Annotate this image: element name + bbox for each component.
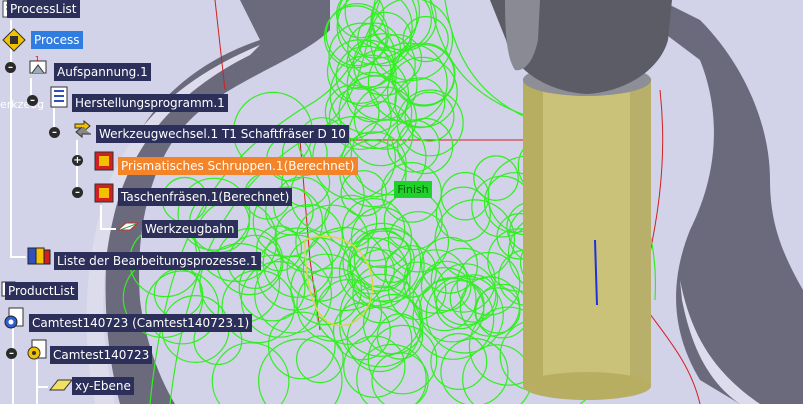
collapse-icon[interactable]: – [27, 95, 38, 106]
tree-item-process[interactable]: Process [31, 31, 83, 49]
plane-icon [48, 379, 74, 391]
expand-icon[interactable]: + [72, 155, 83, 166]
collapse-icon[interactable]: – [49, 127, 60, 138]
tree-item-process-list[interactable]: ProcessList [7, 0, 80, 18]
tree-line [10, 20, 12, 256]
tool-change-icon [74, 119, 91, 139]
tree-item-liste-bearbeitungsprozesse[interactable]: Liste der Bearbeitungsprozesse.1 [54, 252, 261, 270]
tree-line [12, 318, 14, 404]
tree-item-aufspannung[interactable]: Aufspannung.1 [54, 63, 151, 81]
collapse-icon[interactable]: – [5, 62, 16, 73]
setup-icon: 1 [29, 55, 47, 74]
tree-line [36, 360, 38, 404]
tree-line [36, 386, 48, 388]
tree-item-product-list[interactable]: ProductList [5, 282, 78, 300]
tree-item-prismatisches-schruppen[interactable]: Prismatisches Schruppen.1(Berechnet) [118, 157, 358, 175]
tree-item-taschenfraesen[interactable]: Taschenfräsen.1(Berechnet) [118, 188, 293, 206]
tree-item-herstellungsprogramm[interactable]: Herstellungsprogramm.1 [72, 94, 228, 112]
roughing-operation-icon [94, 151, 114, 171]
process-library-icon [27, 247, 51, 265]
product-icon [4, 307, 24, 329]
process-icon [2, 28, 26, 52]
pocketing-operation-icon [94, 183, 114, 203]
tree-item-camtest-part[interactable]: Camtest140723 [50, 346, 153, 364]
tree-item-camtest-product[interactable]: Camtest140723 (Camtest140723.1) [29, 314, 253, 332]
tree-line [10, 256, 26, 258]
tree-item-werkzeugwechsel[interactable]: Werkzeugwechsel.1 T1 Schaftfräser D 10 [96, 125, 349, 143]
tree-line [100, 228, 116, 230]
tree-item-werkzeugbahn[interactable]: Werkzeugbahn [142, 220, 238, 238]
collapse-icon[interactable]: – [6, 348, 17, 359]
toolpath-icon [116, 222, 140, 231]
program-icon [50, 86, 68, 108]
specification-tree: ProcessList Process – 1 Aufspannung.1 – … [0, 0, 803, 404]
collapse-icon[interactable]: – [72, 187, 83, 198]
tree-line [100, 205, 102, 229]
tree-item-xy-ebene[interactable]: xy-Ebene [72, 377, 134, 395]
tree-line [76, 140, 78, 192]
svg-text:1: 1 [35, 55, 39, 63]
part-icon [27, 339, 47, 360]
